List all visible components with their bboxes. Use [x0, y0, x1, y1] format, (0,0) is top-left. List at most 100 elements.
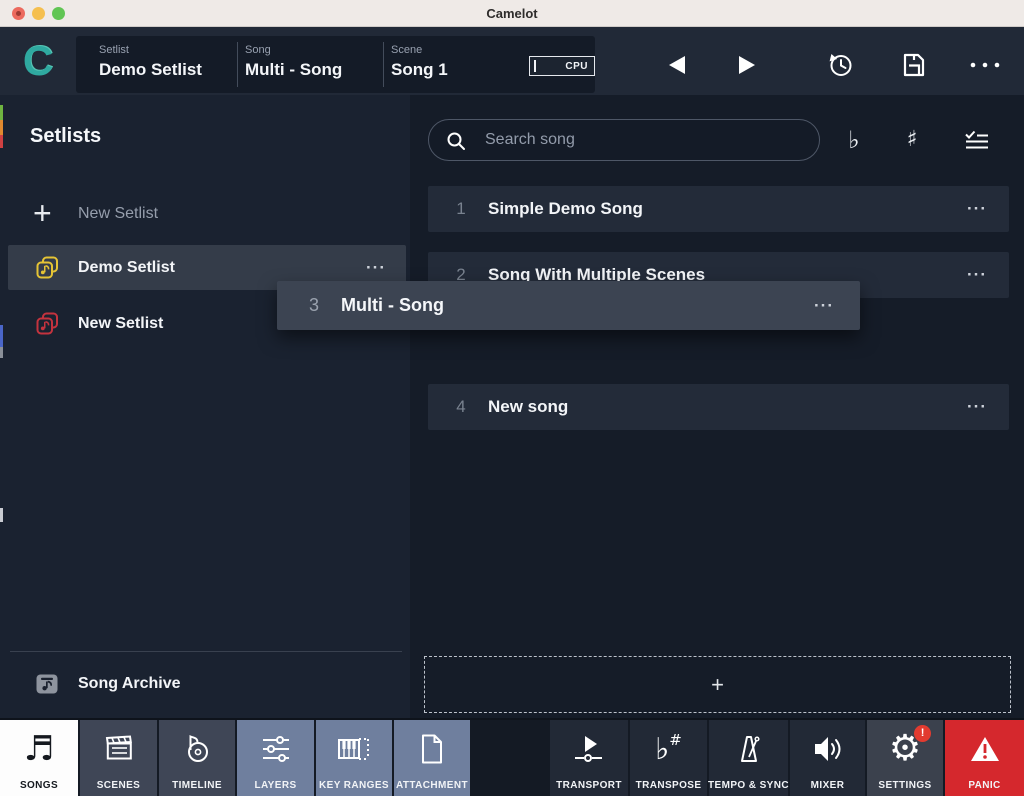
header-more-button[interactable] — [969, 61, 1001, 69]
scene-value: Song 1 — [391, 60, 448, 80]
song-number: 4 — [452, 384, 470, 430]
setlist-value: Demo Setlist — [99, 60, 202, 80]
plus-icon: + — [33, 193, 52, 233]
setlist-name: New Setlist — [78, 301, 163, 346]
main-area: Setlists + New Setlist Demo Setlist ··· — [0, 95, 1024, 718]
metronome-icon — [709, 728, 788, 770]
tab-label: TIMELINE — [172, 780, 222, 791]
divider — [383, 42, 384, 87]
song-row[interactable]: 1 Simple Demo Song ··· — [428, 186, 1009, 232]
song-title: Simple Demo Song — [488, 186, 643, 232]
transpose-flat-sharp-icon: ♭# — [630, 728, 707, 770]
sort-songs-button[interactable] — [964, 128, 990, 157]
history-icon — [827, 52, 854, 79]
previous-icon — [665, 53, 689, 77]
tab-songs[interactable]: ♬ SONGS — [0, 720, 78, 796]
setlist-icon — [36, 256, 59, 279]
tab-transport[interactable]: TRANSPORT — [550, 720, 628, 796]
tab-transpose[interactable]: ♭# TRANSPOSE — [630, 720, 707, 796]
song-row[interactable]: 4 New song ··· — [428, 384, 1009, 430]
screen-edge-artifact — [0, 325, 3, 347]
app-header: C Setlist Demo Setlist Song Multi - Song… — [0, 27, 1024, 95]
dragged-song-row[interactable]: 3 Multi - Song ··· — [277, 281, 860, 330]
song-label: Song — [245, 44, 271, 56]
tab-key-ranges[interactable]: KEY RANGES — [316, 720, 392, 796]
setlist-name: Demo Setlist — [78, 245, 175, 290]
song-archive-icon — [35, 672, 59, 696]
song-archive-label: Song Archive — [78, 661, 181, 707]
songs-notes-icon: ♬ — [0, 728, 78, 770]
tab-label: TRANSPOSE — [636, 780, 702, 791]
song-title: Multi - Song — [341, 281, 444, 330]
song-archive-button[interactable]: Song Archive — [0, 661, 410, 707]
setlists-sidebar — [0, 95, 410, 718]
window-title: Camelot — [0, 0, 1024, 27]
next-icon — [735, 53, 759, 77]
tab-label: PANIC — [968, 780, 1000, 791]
now-playing-panel[interactable]: Setlist Demo Setlist Song Multi - Song S… — [76, 36, 595, 93]
screen-edge-artifact — [0, 120, 3, 135]
sliders-icon — [237, 728, 314, 770]
tab-label: SONGS — [20, 780, 58, 791]
previous-song-button[interactable] — [664, 53, 690, 77]
setlist-label: Setlist — [99, 44, 129, 56]
song-options-button[interactable]: ··· — [967, 252, 987, 298]
song-number: 1 — [452, 186, 470, 232]
tab-layers[interactable]: LAYERS — [237, 720, 314, 796]
plus-icon: + — [425, 657, 1010, 712]
more-icon — [969, 61, 1001, 69]
tab-tempo-sync[interactable]: TEMPO & SYNC — [709, 720, 788, 796]
history-button[interactable] — [826, 52, 854, 79]
search-icon — [446, 131, 467, 152]
scene-label: Scene — [391, 44, 422, 56]
divider — [237, 42, 238, 87]
song-options-button[interactable]: ··· — [967, 384, 987, 430]
cpu-meter: CPU — [529, 56, 595, 76]
macos-titlebar: Camelot — [0, 0, 1024, 27]
screen-edge-artifact — [0, 135, 3, 148]
cpu-meter-level — [534, 60, 536, 72]
screen-edge-artifact — [0, 347, 3, 358]
tab-mixer[interactable]: MIXER — [790, 720, 865, 796]
song-title: New song — [488, 384, 568, 430]
tab-label: KEY RANGES — [319, 780, 389, 791]
tab-label: LAYERS — [254, 780, 296, 791]
speaker-icon — [790, 728, 865, 770]
screen-edge-artifact — [0, 508, 3, 522]
next-song-button[interactable] — [734, 53, 760, 77]
flat-filter-button[interactable]: ♭ — [840, 119, 868, 161]
document-icon — [394, 728, 470, 770]
save-button[interactable] — [900, 52, 928, 78]
tab-panic[interactable]: PANIC — [945, 720, 1024, 796]
song-options-button[interactable]: ··· — [967, 186, 987, 232]
bottom-toolbar: ♬ SONGS SCENES — [0, 718, 1024, 796]
setlists-title: Setlists — [30, 125, 101, 148]
clapperboard-icon — [80, 728, 157, 770]
song-value: Multi - Song — [245, 60, 342, 80]
archive-divider — [10, 651, 402, 652]
search-input[interactable] — [485, 120, 805, 159]
tab-label: TRANSPORT — [556, 780, 622, 791]
sort-list-icon — [964, 128, 990, 152]
tab-label: MIXER — [811, 780, 845, 791]
warning-triangle-icon — [945, 728, 1024, 770]
sharp-filter-button[interactable]: ♯ — [898, 119, 926, 161]
tab-label: ATTACHMENT — [396, 780, 468, 791]
settings-notification-badge: ! — [914, 725, 931, 742]
tab-label: SETTINGS — [878, 780, 931, 791]
tab-timeline[interactable]: TIMELINE — [159, 720, 235, 796]
new-setlist-button[interactable]: + New Setlist — [0, 191, 410, 236]
tab-label: SCENES — [97, 780, 141, 791]
transport-icon — [550, 728, 628, 770]
cpu-label: CPU — [565, 61, 588, 72]
tab-scenes[interactable]: SCENES — [80, 720, 157, 796]
screen-edge-artifact — [0, 105, 3, 120]
new-setlist-label: New Setlist — [78, 191, 158, 236]
tab-label: TEMPO & SYNC — [708, 780, 789, 791]
tab-settings[interactable]: ⚙ ! SETTINGS — [867, 720, 943, 796]
song-options-button[interactable]: ··· — [814, 281, 834, 330]
add-song-dropzone[interactable]: + — [424, 656, 1011, 713]
tab-attachment[interactable]: ATTACHMENT — [394, 720, 470, 796]
song-number: 3 — [305, 281, 323, 330]
setlist-icon — [36, 312, 59, 335]
